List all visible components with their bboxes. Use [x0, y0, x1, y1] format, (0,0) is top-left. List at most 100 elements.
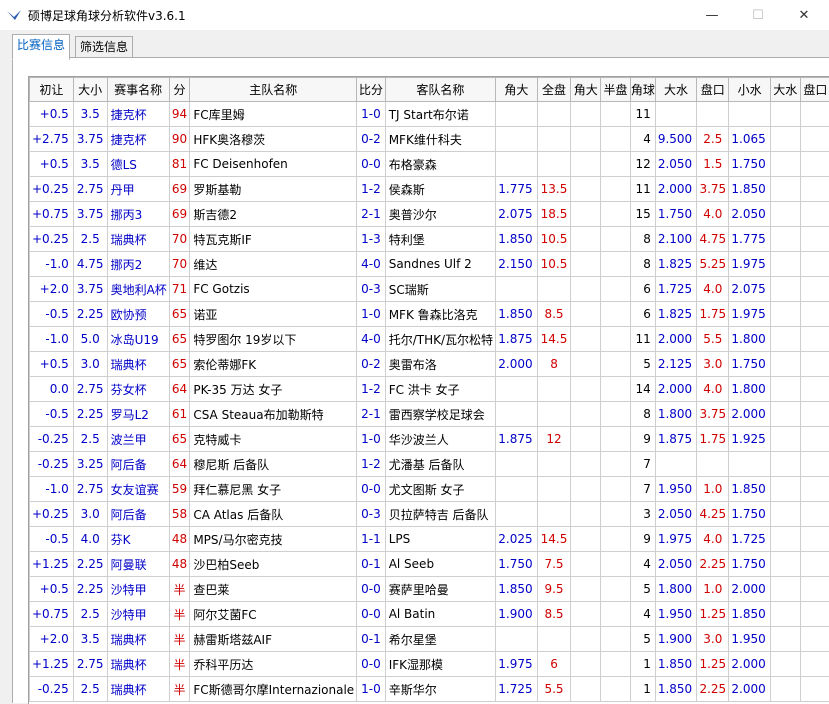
cell-total: 3.0 — [73, 352, 107, 377]
cell-score: 0-1 — [357, 627, 386, 652]
cell-corners: 7 — [630, 477, 655, 502]
cell-total: 3.75 — [73, 202, 107, 227]
cell-home-team: HFK奥洛穆茨 — [190, 127, 357, 152]
table-row[interactable]: +2.03.5瑞典杯半赫雷斯塔兹AIF0-1希尔星堡51.9003.01.950 — [30, 627, 829, 652]
table-row[interactable]: +2.03.75奥地利A杯71FC Gotzis0-3SC瑞斯61.7254.0… — [30, 277, 829, 302]
cell-line: 3.75 — [697, 402, 729, 427]
cell-league: 波兰甲 — [107, 427, 169, 452]
table-row[interactable]: -1.04.75挪丙270维达4-0Sandnes Ulf 22.15010.5… — [30, 252, 829, 277]
cell-minute: 65 — [169, 327, 190, 352]
column-header[interactable]: 大水 — [655, 78, 696, 102]
column-header[interactable]: 客队名称 — [385, 78, 495, 102]
cell-corner-over-2 — [571, 502, 601, 527]
cell-total: 2.75 — [73, 177, 107, 202]
close-button[interactable]: ✕ — [781, 0, 827, 30]
cell-half-line — [601, 277, 631, 302]
cell-corner-over-2 — [571, 102, 601, 127]
column-header[interactable]: 小水 — [729, 78, 770, 102]
column-header[interactable]: 分 — [169, 78, 190, 102]
cell-away-team: 尤潘基 后备队 — [385, 452, 495, 477]
title-bar: 硕博足球角球分析软件v3.6.1 — ☐ ✕ — [0, 0, 829, 30]
cell-corner-over-2 — [571, 277, 601, 302]
column-header[interactable]: 角球 — [630, 78, 655, 102]
cell-over-odds-2 — [770, 677, 800, 702]
cell-line-2 — [800, 377, 829, 402]
cell-half-line — [601, 477, 631, 502]
cell-half-line — [601, 127, 631, 152]
cell-minute: 半 — [169, 627, 190, 652]
table-row[interactable]: -0.52.25欧协预65诺亚1-0MFK 鲁森比洛克1.8508.561.82… — [30, 302, 829, 327]
cell-corner-over: 1.975 — [496, 652, 538, 677]
table-row[interactable]: -0.52.25罗马L261CSA Steaua布加勒斯特2-1雷西察学校足球会… — [30, 402, 829, 427]
cell-half-line — [601, 502, 631, 527]
table-row[interactable]: +1.252.75瑞典杯半乔科平历达0-0IFK湿那模1.975611.8501… — [30, 652, 829, 677]
cell-under-odds: 2.000 — [729, 402, 770, 427]
cell-handicap: +0.25 — [30, 227, 74, 252]
table-row[interactable]: +0.753.75挪丙369斯吉德22-1奥普沙尔2.07518.5151.75… — [30, 202, 829, 227]
minimize-button[interactable]: — — [689, 0, 735, 30]
cell-over-odds — [655, 102, 696, 127]
column-header[interactable]: 半盘 — [601, 78, 631, 102]
cell-minute: 65 — [169, 302, 190, 327]
column-header[interactable]: 大小 — [73, 78, 107, 102]
table-row[interactable]: +2.753.75捷克杯90HFK奥洛穆茨0-2MFK维什科夫49.5002.5… — [30, 127, 829, 152]
column-header[interactable]: 初让 — [30, 78, 74, 102]
table-row[interactable]: +0.53.0瑞典杯65索伦蒂娜FK0-2奥雷布洛2.000852.1253.0… — [30, 352, 829, 377]
tab-match-info[interactable]: 比赛信息 — [12, 34, 70, 60]
cell-corner-over — [496, 152, 538, 177]
cell-away-team: Al Batin — [385, 602, 495, 627]
column-header[interactable]: 大水 — [770, 78, 800, 102]
tab-filter-info[interactable]: 筛选信息 — [75, 36, 133, 59]
column-header[interactable]: 比分 — [357, 78, 386, 102]
cell-over-odds-2 — [770, 152, 800, 177]
column-header[interactable]: 主队名称 — [190, 78, 357, 102]
table-row[interactable]: +0.52.25沙特甲半查巴莱0-0赛萨里哈曼1.8509.551.8001.0… — [30, 577, 829, 602]
cell-over-odds-2 — [770, 627, 800, 652]
match-grid[interactable]: 初让大小赛事名称分主队名称比分客队名称角大全盘角大半盘角球大水盘口小水大水盘口 … — [28, 76, 829, 704]
table-row[interactable]: +1.252.25阿曼联48沙巴柏Seeb0-1Al Seeb1.7507.54… — [30, 552, 829, 577]
table-row[interactable]: +0.752.5沙特甲半阿尔艾菌FC0-0Al Batin1.9008.541.… — [30, 602, 829, 627]
table-row[interactable]: +0.53.5德LS81FC Deisenhofen0-0布格豪森122.050… — [30, 152, 829, 177]
cell-full-line — [537, 127, 571, 152]
column-header[interactable]: 盘口 — [697, 78, 729, 102]
cell-corner-over-2 — [571, 452, 601, 477]
table-row[interactable]: -0.54.0芬K48MPS/马尔密克技1-1LPS2.02514.591.97… — [30, 527, 829, 552]
column-header[interactable]: 全盘 — [537, 78, 571, 102]
table-row[interactable]: +0.252.5瑞典杯70特瓦克斯IF1-3特利堡1.85010.582.100… — [30, 227, 829, 252]
cell-line: 1.25 — [697, 652, 729, 677]
cell-corner-over — [496, 502, 538, 527]
table-row[interactable]: -1.05.0冰岛U1965特罗图尔 19岁以下4-0托尔/THK/瓦尔松特1.… — [30, 327, 829, 352]
table-row[interactable]: 0.02.75芬女杯64PK-35 万达 女子1-2FC 洪卡 女子142.00… — [30, 377, 829, 402]
maximize-button[interactable]: ☐ — [735, 0, 781, 30]
cell-under-odds: 1.750 — [729, 502, 770, 527]
column-header[interactable]: 赛事名称 — [107, 78, 169, 102]
cell-corners: 15 — [630, 202, 655, 227]
cell-league: 阿后备 — [107, 452, 169, 477]
cell-over-odds: 1.850 — [655, 677, 696, 702]
cell-corner-over — [496, 277, 538, 302]
cell-home-team: 维达 — [190, 252, 357, 277]
cell-score: 2-1 — [357, 402, 386, 427]
cell-away-team: 辛斯华尔 — [385, 677, 495, 702]
cell-handicap: +0.75 — [30, 202, 74, 227]
cell-total: 3.75 — [73, 127, 107, 152]
cell-corners: 8 — [630, 402, 655, 427]
table-row[interactable]: -0.252.5瑞典杯半FC斯德哥尔摩Internazionale1-0辛斯华尔… — [30, 677, 829, 702]
cell-handicap: +2.0 — [30, 277, 74, 302]
cell-score: 2-1 — [357, 202, 386, 227]
app-logo-icon — [6, 8, 22, 22]
table-row[interactable]: +0.253.0阿后备58CA Atlas 后备队0-3贝拉萨特吉 后备队32.… — [30, 502, 829, 527]
table-row[interactable]: +0.53.5捷克杯94FC库里姆1-0TJ Start布尔诺11 — [30, 102, 829, 127]
cell-minute: 48 — [169, 527, 190, 552]
table-row[interactable]: +0.252.75丹甲69罗斯基勒1-2侯森斯1.77513.5112.0003… — [30, 177, 829, 202]
table-row[interactable]: -1.02.75女友谊赛59拜仁慕尼黑 女子0-0尤文图斯 女子71.9501.… — [30, 477, 829, 502]
table-row[interactable]: -0.253.25阿后备64穆尼斯 后备队1-2尤潘基 后备队7 — [30, 452, 829, 477]
cell-score: 1-0 — [357, 677, 386, 702]
cell-away-team: SC瑞斯 — [385, 277, 495, 302]
column-header[interactable]: 角大 — [571, 78, 601, 102]
column-header[interactable]: 盘口 — [800, 78, 829, 102]
cell-half-line — [601, 352, 631, 377]
column-header[interactable]: 角大 — [496, 78, 538, 102]
table-row[interactable]: -0.252.5波兰甲65克特威卡1-0华沙波兰人1.8751291.8751.… — [30, 427, 829, 452]
cell-corner-over-2 — [571, 377, 601, 402]
